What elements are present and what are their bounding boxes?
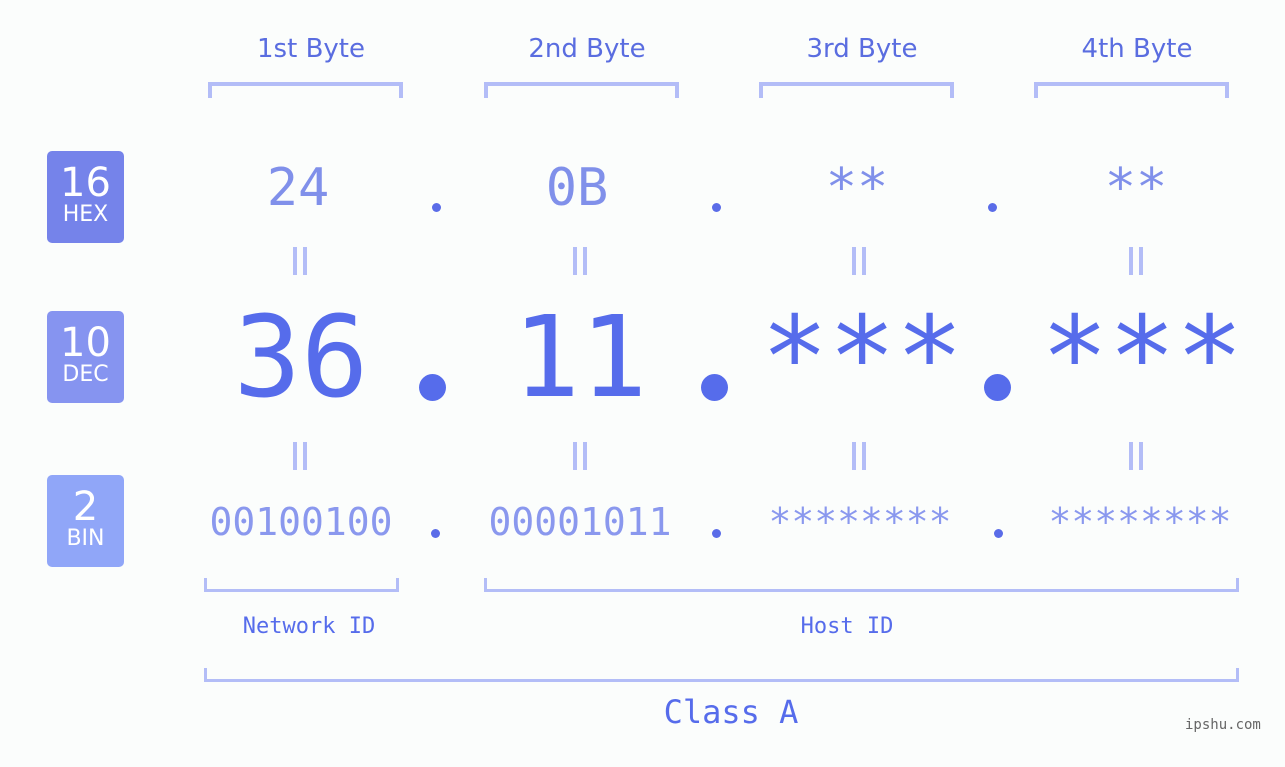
dec-dot-3 — [984, 374, 1011, 401]
byte-label-4: 4th Byte — [1081, 34, 1193, 64]
host-id-label: Host ID — [800, 614, 894, 639]
bin-dot-3 — [994, 529, 1003, 538]
hex-value-3: ** — [825, 158, 889, 218]
bin-dot-2 — [712, 529, 721, 538]
equals-icon — [852, 247, 866, 275]
bin-value-1: 00100100 — [209, 500, 393, 544]
hex-value-2: 0B — [545, 158, 609, 218]
dec-dot-1 — [419, 374, 446, 401]
bin-dot-1 — [431, 529, 440, 538]
network-id-label: Network ID — [242, 614, 376, 639]
bin-value-4: ******** — [1048, 500, 1232, 544]
network-id-bracket — [204, 578, 399, 592]
dec-badge-label: DEC — [62, 362, 109, 387]
bin-badge-label: BIN — [66, 526, 105, 551]
equals-icon — [293, 247, 307, 275]
equals-icon — [852, 442, 866, 470]
equals-icon — [293, 442, 307, 470]
equals-icon — [573, 442, 587, 470]
hex-dot-2 — [712, 203, 721, 212]
class-label: Class A — [663, 693, 799, 731]
hex-value-4: ** — [1104, 158, 1168, 218]
dec-value-2: 11 — [512, 293, 648, 423]
hex-dot-1 — [432, 203, 441, 212]
equals-icon — [573, 247, 587, 275]
dec-badge-base: 10 — [60, 320, 111, 366]
hex-badge: 16 HEX — [47, 151, 124, 243]
hex-value-1: 24 — [266, 158, 330, 218]
bin-badge-base: 2 — [72, 484, 99, 530]
equals-icon — [1129, 442, 1143, 470]
dec-value-3: *** — [761, 293, 964, 423]
dec-value-1: 36 — [233, 293, 369, 423]
byte-bracket-4 — [1034, 82, 1229, 98]
watermark: ipshu.com — [1185, 717, 1261, 733]
dec-value-4: *** — [1041, 293, 1244, 423]
dec-dot-2 — [701, 374, 728, 401]
byte-bracket-3 — [759, 82, 954, 98]
byte-bracket-1 — [208, 82, 403, 98]
host-id-bracket — [484, 578, 1239, 592]
hex-dot-3 — [988, 203, 997, 212]
bin-value-2: 00001011 — [488, 500, 672, 544]
bin-value-3: ******** — [768, 500, 952, 544]
dec-badge: 10 DEC — [47, 311, 124, 403]
byte-label-3: 3rd Byte — [806, 34, 918, 64]
hex-badge-base: 16 — [60, 160, 111, 206]
equals-icon — [1129, 247, 1143, 275]
byte-label-1: 1st Byte — [257, 34, 365, 64]
byte-bracket-2 — [484, 82, 679, 98]
hex-badge-label: HEX — [62, 202, 109, 227]
bin-badge: 2 BIN — [47, 475, 124, 567]
class-bracket — [204, 668, 1239, 682]
byte-label-2: 2nd Byte — [528, 34, 646, 64]
